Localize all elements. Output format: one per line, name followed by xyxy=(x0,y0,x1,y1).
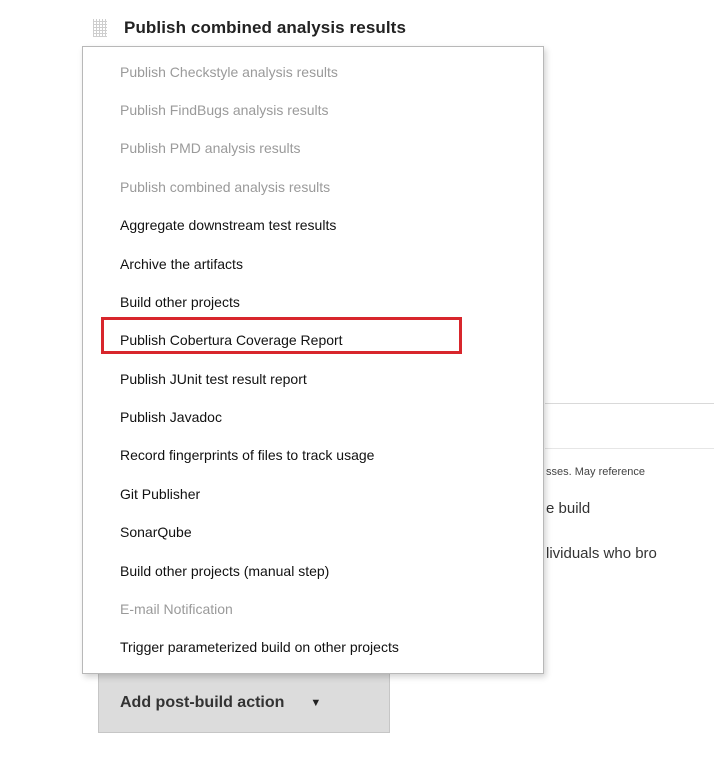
caret-down-icon: ▼ xyxy=(310,697,322,709)
background-option-text: e build xyxy=(546,500,591,517)
section-title: Publish combined analysis results xyxy=(124,18,406,37)
menu-item-findbugs[interactable]: Publish FindBugs analysis results xyxy=(120,98,329,122)
highlight-annotation-box xyxy=(101,317,462,354)
drag-handle-icon[interactable] xyxy=(93,19,107,37)
add-post-build-action-label: Add post-build action xyxy=(120,694,285,711)
menu-item-aggregate-downstream[interactable]: Aggregate downstream test results xyxy=(120,213,336,237)
menu-item-junit[interactable]: Publish JUnit test result report xyxy=(120,367,307,391)
menu-item-build-other-manual[interactable]: Build other projects (manual step) xyxy=(120,559,329,583)
menu-item-email-notification[interactable]: E-mail Notification xyxy=(120,597,233,621)
menu-item-archive-artifacts[interactable]: Archive the artifacts xyxy=(120,252,243,276)
background-option-text: lividuals who bro xyxy=(546,545,657,562)
menu-item-pmd[interactable]: Publish PMD analysis results xyxy=(120,136,301,160)
menu-item-build-other-projects[interactable]: Build other projects xyxy=(120,290,240,314)
menu-item-git-publisher[interactable]: Git Publisher xyxy=(120,482,200,506)
menu-item-combined-analysis[interactable]: Publish combined analysis results xyxy=(120,175,330,199)
post-build-action-menu: Publish Checkstyle analysis results Publ… xyxy=(82,46,544,674)
menu-item-fingerprints[interactable]: Record fingerprints of files to track us… xyxy=(120,443,374,467)
menu-item-sonarqube[interactable]: SonarQube xyxy=(120,520,192,544)
add-post-build-action-button[interactable]: Add post-build action ▼ xyxy=(98,674,390,733)
menu-item-javadoc[interactable]: Publish Javadoc xyxy=(120,405,222,429)
background-hint-text: sses. May reference xyxy=(546,466,646,478)
menu-item-checkstyle[interactable]: Publish Checkstyle analysis results xyxy=(120,60,338,84)
menu-item-trigger-parameterized[interactable]: Trigger parameterized build on other pro… xyxy=(120,635,399,659)
section-header: Publish combined analysis results xyxy=(93,14,406,42)
background-field[interactable] xyxy=(545,404,714,449)
